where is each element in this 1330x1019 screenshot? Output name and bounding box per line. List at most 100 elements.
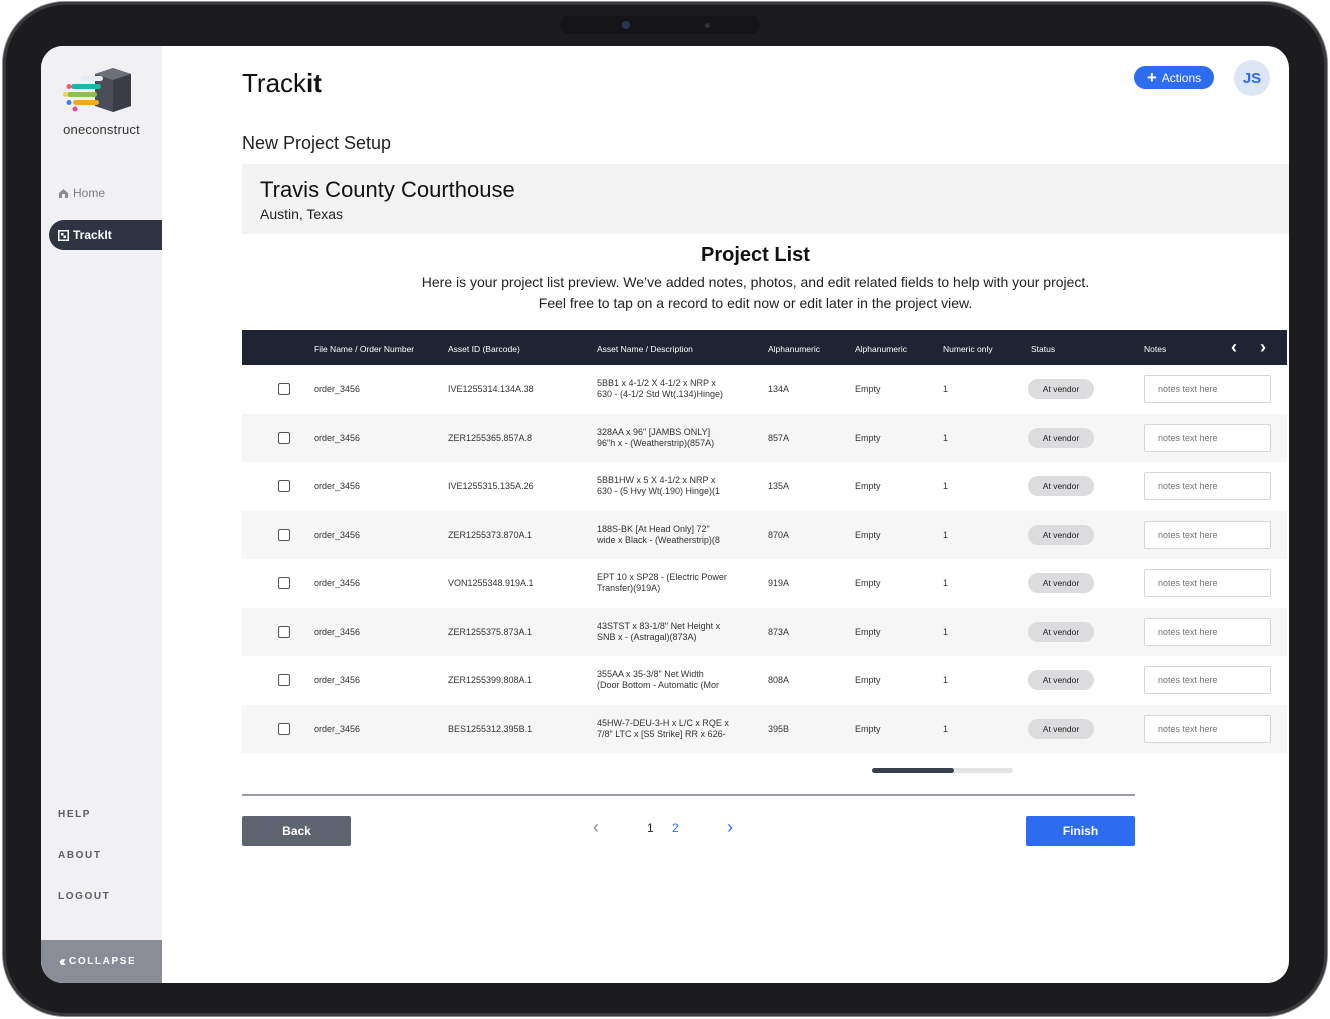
- alphanumeric-cell: Empty: [855, 432, 881, 443]
- description-line: (Door Bottom - Automatic (Mor: [597, 680, 720, 690]
- row-checkbox[interactable]: [278, 528, 290, 541]
- page-title: New Project Setup: [242, 133, 392, 153]
- numeric-cell: 1: [943, 675, 949, 685]
- row-checkbox[interactable]: [278, 431, 290, 444]
- sidebar-item-label: Home: [73, 186, 106, 200]
- numeric-cell: 1: [943, 578, 949, 588]
- sensor-dot: [705, 23, 710, 28]
- file-name-cell: order_3456: [314, 384, 361, 394]
- description-line: 5BB1 x 4-1/2 X 4-1/2 x NRP x: [597, 378, 716, 388]
- about-link[interactable]: ABOUT: [58, 850, 102, 861]
- status-badge: At vendor: [1028, 524, 1094, 545]
- table-row[interactable]: order_3456 BES1255312.395B.1 45HW-7-DEU-3-…: [242, 704, 1287, 753]
- column-header-file: File Name / Order Number: [314, 344, 415, 354]
- logo-wordmark: oneconstruct: [63, 122, 140, 137]
- alphanumeric-cell: 135A: [768, 481, 790, 491]
- notes-input[interactable]: [1144, 569, 1271, 597]
- table-row[interactable]: order_3456 ZER1255375.873A.1 43STST x 83-1…: [242, 607, 1287, 656]
- description-line: EPT 10 x SP28 - (Electric Power: [597, 572, 727, 582]
- alphanumeric-cell: 857A: [768, 432, 790, 443]
- table-row[interactable]: order_3456 ZER1255373.870A.1 188S-BK [At H…: [242, 510, 1287, 559]
- description-line: wide x Black - (Weatherstrip)(8: [597, 534, 720, 545]
- app-title-suffix: it: [306, 68, 322, 98]
- alphanumeric-cell: 395B: [768, 723, 790, 734]
- description-cell: EPT 10 x SP28 - (Electric Power Transfer)…: [597, 572, 742, 594]
- description-cell: 45HW-7-DEU-3-H x L/C x RQE x 7/8" LTC x […: [597, 718, 742, 740]
- asset-id-cell: ZER1255399.808A.1: [448, 675, 533, 685]
- column-header-description: Asset Name / Description: [597, 344, 693, 354]
- asset-id-cell: ZER1255365.857A.8: [448, 432, 533, 443]
- alphanumeric-cell: Empty: [855, 675, 881, 685]
- description-line: 355AA x 35-3/8" Net Width: [597, 669, 704, 679]
- actions-button[interactable]: + Actions: [1134, 66, 1214, 89]
- description-line: Transfer)(919A): [597, 583, 661, 593]
- actions-label: Actions: [1161, 70, 1202, 85]
- scrollbar-thumb[interactable]: [872, 768, 954, 773]
- chevron-left-icon[interactable]: ‹: [1231, 337, 1237, 357]
- description-cell: 43STST x 83-1/8" Net Height x SNB x - (As…: [597, 621, 742, 643]
- row-checkbox[interactable]: [278, 722, 290, 735]
- notes-input[interactable]: [1144, 714, 1271, 743]
- project-location: Austin, Texas: [260, 206, 344, 222]
- numeric-cell: 1: [943, 432, 949, 443]
- table-row[interactable]: order_3456 ZER1255365.857A.8 328AA x 96" […: [242, 413, 1287, 462]
- page-1-link[interactable]: 1: [647, 821, 654, 835]
- project-table: File Name / Order Number Asset ID (Barco…: [242, 330, 1287, 753]
- app-title: Trackit: [242, 68, 322, 99]
- help-link[interactable]: HELP: [58, 809, 91, 820]
- column-header-numeric: Numeric only: [943, 344, 993, 354]
- avatar[interactable]: JS: [1234, 60, 1270, 96]
- sidebar: oneconstruct Home TrackIt HELP ABOUT LOG…: [41, 46, 162, 983]
- asset-id-cell: ZER1255375.873A.1: [448, 626, 533, 637]
- table-row[interactable]: order_3456 IVE1255314.134A.38 5BB1 x 4-1/2…: [242, 365, 1287, 414]
- project-list-description: Here is your project list preview. We’ve…: [242, 272, 1269, 314]
- notes-input[interactable]: [1144, 472, 1271, 500]
- notes-input[interactable]: [1144, 520, 1271, 549]
- description-line-2: Feel free to tap on a record to edit now…: [538, 295, 973, 311]
- chevron-right-icon[interactable]: ›: [1260, 337, 1266, 357]
- sidebar-item-home[interactable]: Home: [49, 178, 162, 208]
- trackit-icon: [58, 229, 69, 241]
- status-badge: At vendor: [1028, 427, 1094, 448]
- row-checkbox[interactable]: [278, 674, 290, 686]
- description-line: 630 - (4-1/2 Std Wt(.134)Hinge): [597, 389, 724, 399]
- table-row[interactable]: order_3456 ZER1255399.808A.1 355AA x 35-3/…: [242, 656, 1287, 705]
- file-name-cell: order_3456: [314, 723, 361, 734]
- column-header-status: Status: [1031, 344, 1056, 354]
- table-row[interactable]: order_3456 VON1255348.919A.1 EPT 10 x SP28…: [242, 559, 1287, 608]
- logout-link[interactable]: LOGOUT: [58, 891, 110, 902]
- notes-input[interactable]: [1144, 617, 1271, 646]
- plus-icon: +: [1146, 68, 1157, 87]
- status-badge: At vendor: [1028, 476, 1094, 496]
- home-icon: [59, 188, 68, 198]
- description-cell: 5BB1HW x 5 X 4-1/2 x NRP x 630 - (5 Hvy W…: [597, 475, 742, 497]
- alphanumeric-cell: 919A: [768, 578, 790, 588]
- asset-id-cell: ZER1255373.870A.1: [448, 529, 533, 540]
- notes-input[interactable]: [1144, 423, 1271, 452]
- finish-button[interactable]: Finish: [1026, 816, 1135, 846]
- pagination-prev-icon[interactable]: ‹: [593, 817, 599, 838]
- description-line: 96"h x - (Weatherstrip)(857A): [597, 437, 715, 448]
- status-badge: At vendor: [1028, 670, 1094, 690]
- row-checkbox[interactable]: [278, 383, 290, 395]
- notes-input[interactable]: [1144, 375, 1271, 403]
- notes-input[interactable]: [1144, 666, 1271, 694]
- alphanumeric-cell: Empty: [855, 384, 881, 394]
- pagination-next-icon[interactable]: ›: [727, 817, 733, 838]
- sidebar-item-trackit[interactable]: TrackIt: [49, 220, 162, 250]
- description-line: 5BB1HW x 5 X 4-1/2 x NRP x: [597, 475, 716, 485]
- collapse-button[interactable]: ‹‹ COLLAPSE: [41, 940, 162, 983]
- back-button[interactable]: Back: [242, 816, 351, 846]
- page-2-link[interactable]: 2: [672, 821, 679, 835]
- table-row[interactable]: order_3456 IVE1255315.135A.26 5BB1HW x 5 X…: [242, 462, 1287, 511]
- screen: oneconstruct Home TrackIt HELP ABOUT LOG…: [41, 46, 1289, 983]
- oneconstruct-logo: [63, 68, 131, 112]
- row-checkbox[interactable]: [278, 480, 290, 492]
- file-name-cell: order_3456: [314, 432, 361, 443]
- divider: [242, 794, 1135, 796]
- row-checkbox[interactable]: [278, 625, 290, 638]
- description-cell: 328AA x 96" [JAMBS ONLY] 96"h x - (Weathe…: [597, 427, 742, 449]
- row-checkbox[interactable]: [278, 577, 290, 589]
- alphanumeric-cell: Empty: [855, 529, 881, 540]
- asset-id-cell: IVE1255314.134A.38: [448, 384, 534, 394]
